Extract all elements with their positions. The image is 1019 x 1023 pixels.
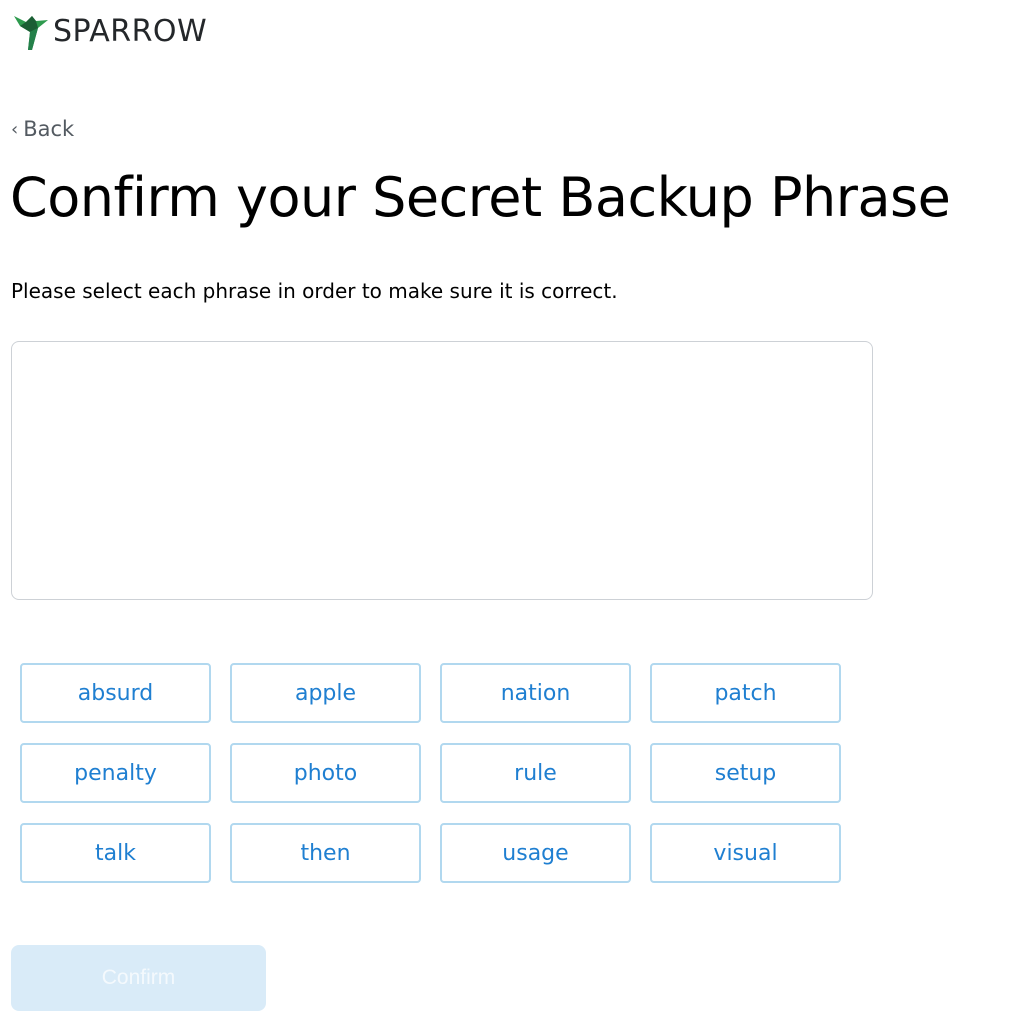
brand-logo: SPARROW [12, 12, 207, 52]
word-options-grid: absurd apple nation patch penalty photo … [20, 663, 841, 883]
back-label: Back [23, 117, 75, 141]
word-button[interactable]: visual [650, 823, 841, 883]
back-link[interactable]: ‹ Back [11, 117, 74, 141]
selected-phrase-area[interactable] [11, 341, 873, 600]
word-button[interactable]: setup [650, 743, 841, 803]
word-button[interactable]: apple [230, 663, 421, 723]
word-button[interactable]: nation [440, 663, 631, 723]
confirm-phrase-page: SPARROW ‹ Back Confirm your Secret Backu… [0, 0, 1019, 1023]
word-button[interactable]: absurd [20, 663, 211, 723]
word-button[interactable]: then [230, 823, 421, 883]
page-subtitle: Please select each phrase in order to ma… [11, 279, 618, 303]
page-title: Confirm your Secret Backup Phrase [10, 166, 951, 229]
word-button[interactable]: photo [230, 743, 421, 803]
word-button[interactable]: talk [20, 823, 211, 883]
confirm-button[interactable]: Confirm [11, 945, 266, 1011]
chevron-left-icon: ‹ [11, 118, 19, 140]
sparrow-bird-icon [14, 16, 48, 50]
word-button[interactable]: rule [440, 743, 631, 803]
word-button[interactable]: usage [440, 823, 631, 883]
word-button[interactable]: penalty [20, 743, 211, 803]
word-button[interactable]: patch [650, 663, 841, 723]
brand-name: SPARROW [53, 14, 208, 49]
